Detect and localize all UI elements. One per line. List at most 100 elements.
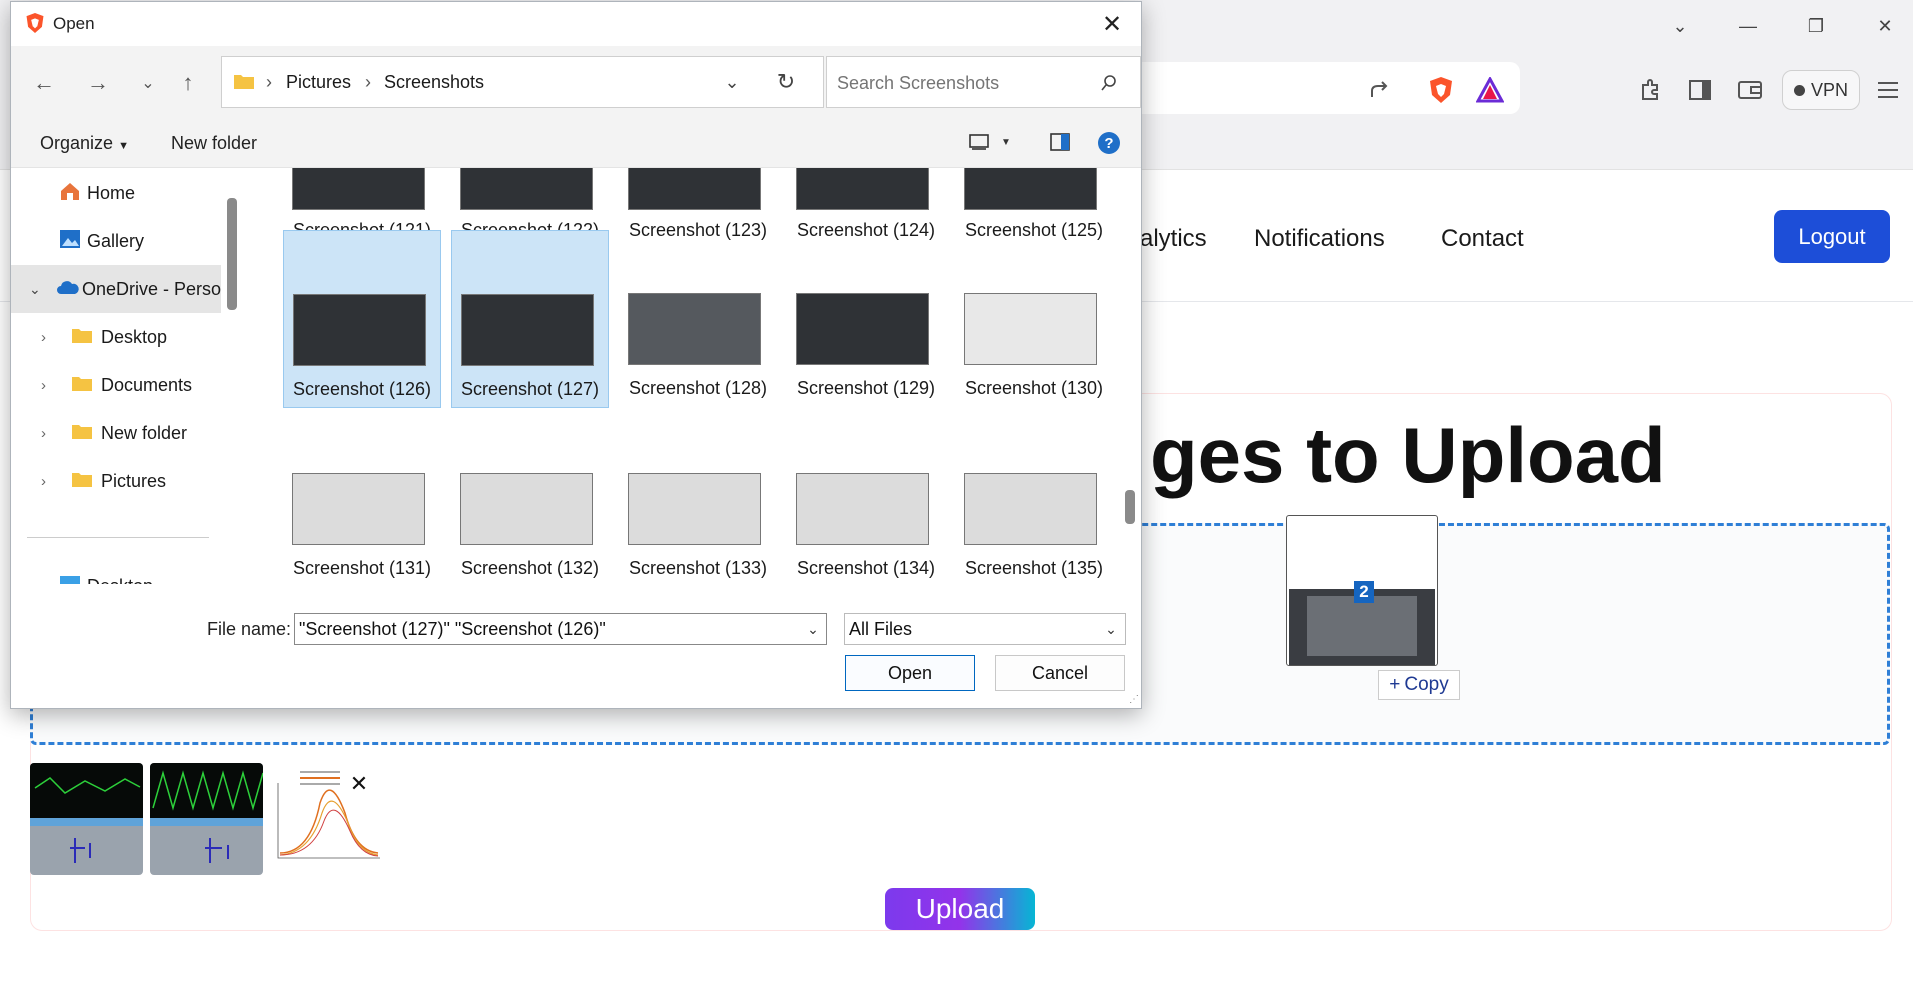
- sidebar-item-onedrive[interactable]: ⌄ OneDrive - Perso: [11, 265, 221, 313]
- dropdown-arrow-icon: ▼: [118, 140, 129, 152]
- new-folder-button[interactable]: New folder: [171, 133, 257, 154]
- vpn-button[interactable]: VPN: [1782, 70, 1860, 110]
- file-name-caption: Screenshot (131): [292, 558, 432, 578]
- file-name-label: File name:: [207, 619, 292, 639]
- file-tile[interactable]: Screenshot (131): [283, 410, 441, 584]
- logout-button[interactable]: Logout: [1774, 210, 1890, 263]
- file-name-field[interactable]: ⌄: [294, 613, 827, 645]
- file-tile[interactable]: Screenshot (130): [955, 230, 1113, 408]
- sidebar-item-label: Pictures: [101, 470, 167, 491]
- search-box[interactable]: [826, 56, 1141, 108]
- brave-rewards-icon[interactable]: [1474, 74, 1506, 106]
- open-button[interactable]: Open: [845, 655, 975, 691]
- file-thumbnail: [628, 473, 761, 545]
- up-arrow-icon[interactable]: ↑: [173, 66, 203, 100]
- file-thumbnail: [292, 168, 425, 210]
- dialog-titlebar: Open ✕: [11, 2, 1141, 46]
- share-icon[interactable]: [1365, 74, 1397, 106]
- file-thumbnail: [796, 168, 929, 210]
- brave-shields-icon[interactable]: [1425, 74, 1457, 106]
- dialog-close-button[interactable]: ✕: [1097, 10, 1127, 38]
- nav-link-contact[interactable]: Contact: [1441, 225, 1524, 253]
- file-grid: Screenshot (121)Screenshot (122)Screensh…: [255, 168, 1125, 584]
- file-type-value: All Files: [849, 619, 913, 639]
- file-name-caption: Screenshot (126): [292, 379, 432, 399]
- file-tile[interactable]: Screenshot (126): [283, 230, 441, 408]
- view-layout-icon[interactable]: [966, 130, 992, 154]
- sidebar-item-this-pc-desktop[interactable]: Desktop: [11, 562, 221, 584]
- restore-button[interactable]: ❐: [1796, 10, 1836, 42]
- file-grid-scrollbar[interactable]: [1125, 490, 1135, 524]
- help-icon[interactable]: ?: [1096, 130, 1122, 156]
- file-tile[interactable]: Screenshot (129): [787, 230, 945, 408]
- sidebar-item-desktop[interactable]: › Desktop: [11, 313, 221, 361]
- file-thumbnail: [964, 293, 1097, 365]
- sidebar-item-new-folder[interactable]: › New folder: [11, 409, 221, 457]
- file-tile[interactable]: Screenshot (127): [451, 230, 609, 408]
- file-tile[interactable]: Screenshot (133): [619, 410, 777, 584]
- sidebar-item-label: Home: [87, 182, 136, 203]
- folder-icon: [71, 422, 101, 445]
- address-bar[interactable]: [1120, 62, 1520, 114]
- vpn-label: VPN: [1810, 79, 1848, 100]
- file-thumbnail: [796, 473, 929, 545]
- file-tile[interactable]: Screenshot (132): [451, 410, 609, 584]
- breadcrumb-screenshots[interactable]: Screenshots: [384, 72, 484, 93]
- resize-grip-icon[interactable]: ⋰: [1127, 692, 1141, 706]
- forward-arrow-icon[interactable]: →: [83, 66, 113, 100]
- upload-button[interactable]: Upload: [885, 888, 1035, 930]
- recent-locations-chevron-icon[interactable]: ⌄: [133, 66, 163, 100]
- folder-icon: [71, 326, 101, 349]
- preview-pane-icon[interactable]: [1047, 130, 1073, 154]
- sidebar-item-gallery[interactable]: Gallery: [11, 217, 221, 265]
- expand-chevron-icon: ⌄: [29, 280, 41, 297]
- copy-tooltip-label: Copy: [1404, 674, 1449, 695]
- file-name-input[interactable]: [299, 618, 794, 640]
- file-tile[interactable]: Screenshot (128): [619, 230, 777, 408]
- file-name-caption: Screenshot (133): [628, 558, 768, 578]
- file-type-select[interactable]: All Files ⌄: [844, 613, 1126, 645]
- extensions-icon[interactable]: [1634, 74, 1666, 106]
- expand-chevron-icon: ›: [41, 472, 46, 490]
- cancel-button[interactable]: Cancel: [995, 655, 1125, 691]
- file-name-caption: Screenshot (135): [964, 558, 1104, 578]
- file-name-caption: Screenshot (128): [628, 378, 768, 398]
- organize-menu[interactable]: Organize ▼: [40, 133, 129, 154]
- sidebar-item-pictures[interactable]: › Pictures: [11, 457, 221, 505]
- vpn-status-icon: [1793, 84, 1805, 96]
- view-options-arrow-icon[interactable]: ▼: [999, 132, 1013, 152]
- nav-link-notifications[interactable]: Notifications: [1254, 225, 1385, 253]
- breadcrumb-pictures[interactable]: Pictures: [286, 72, 351, 93]
- file-thumbnail: [628, 168, 761, 210]
- navigation-pane: Home Gallery ⌄ OneDrive - Perso › Deskto…: [11, 168, 241, 584]
- folder-icon: [71, 470, 101, 493]
- address-history-chevron-icon[interactable]: ⌄: [720, 71, 744, 93]
- svg-text:?: ?: [1104, 135, 1113, 152]
- file-tile[interactable]: Screenshot (135): [955, 410, 1113, 584]
- search-input[interactable]: [837, 70, 1087, 96]
- nav-link-analytics[interactable]: alytics: [1140, 225, 1207, 253]
- back-arrow-icon[interactable]: ←: [29, 66, 59, 100]
- file-open-dialog: Open ✕ ← → ⌄ ↑ › Pictures › Screenshots …: [10, 1, 1142, 709]
- tab-search-icon[interactable]: ⌄: [1660, 10, 1700, 42]
- sidebar-toggle-icon[interactable]: [1684, 74, 1716, 106]
- refresh-icon[interactable]: ↻: [773, 69, 799, 95]
- file-name-dropdown-icon[interactable]: ⌄: [803, 618, 823, 640]
- search-icon[interactable]: [1097, 71, 1121, 95]
- file-name-caption: Screenshot (132): [460, 558, 600, 578]
- brave-logo-icon: [24, 11, 46, 35]
- remove-image-icon[interactable]: ✕: [348, 771, 370, 796]
- close-window-button[interactable]: ✕: [1865, 10, 1905, 42]
- uploaded-image-thumbnail[interactable]: [150, 763, 263, 875]
- sidebar-item-documents[interactable]: › Documents: [11, 361, 221, 409]
- menu-icon[interactable]: [1872, 74, 1904, 106]
- uploaded-image-thumbnail[interactable]: [30, 763, 143, 875]
- sidebar-item-label: Gallery: [87, 230, 145, 251]
- sidebar-item-home[interactable]: Home: [11, 169, 221, 217]
- address-breadcrumb[interactable]: › Pictures › Screenshots ⌄ ↻: [221, 56, 824, 108]
- sidebar-scrollbar[interactable]: [227, 198, 237, 310]
- file-tile[interactable]: Screenshot (134): [787, 410, 945, 584]
- minimize-button[interactable]: —: [1728, 10, 1768, 42]
- plus-icon: +: [1389, 674, 1401, 695]
- wallet-icon[interactable]: [1734, 74, 1766, 106]
